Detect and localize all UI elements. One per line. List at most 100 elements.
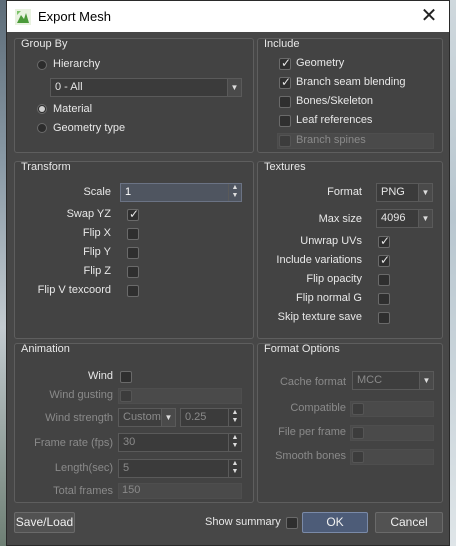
flip-x-checkbox[interactable] [127, 228, 139, 240]
group-by-panel: Group By Hierarchy 0 - All ▼ Material Ge… [14, 38, 254, 153]
compatible-checkbox[interactable] [352, 403, 364, 415]
branch-seam-blending-checkbox[interactable] [279, 75, 291, 89]
textures-panel: Textures Format PNG ▼ Max size 4096 ▼ Un… [257, 161, 443, 339]
max-size-value: 4096 [381, 212, 406, 224]
flip-opacity-checkbox[interactable] [378, 274, 390, 286]
bones-skeleton-label: Bones/Skeleton [296, 95, 374, 107]
transform-title: Transform [21, 161, 71, 173]
include-variations-checkbox[interactable] [378, 253, 390, 267]
export-mesh-dialog: Export Mesh ✕ Group By Hierarchy 0 - All… [6, 0, 450, 546]
chevron-down-icon: ▼ [161, 409, 175, 426]
wind-label: Wind [87, 370, 113, 382]
hierarchy-combo-value: 0 - All [55, 81, 83, 93]
scale-spinbox[interactable]: 1 ▲ ▼ [120, 183, 242, 202]
show-summary-checkbox[interactable] [286, 517, 298, 529]
spin-arrows-icon[interactable]: ▲ ▼ [228, 460, 241, 477]
window-title: Export Mesh [38, 9, 111, 24]
leaf-references-checkbox[interactable] [279, 115, 291, 127]
flip-y-label: Flip Y [83, 246, 111, 258]
spin-arrows-icon[interactable]: ▲ ▼ [228, 434, 241, 451]
geometry-label: Geometry [296, 57, 345, 69]
compatible-label: Compatible [290, 402, 346, 414]
length-spinbox[interactable]: 5 ▲ ▼ [118, 459, 242, 478]
close-icon[interactable]: ✕ [419, 6, 439, 26]
wind-strength-label: Wind strength [45, 412, 113, 424]
include-title: Include [264, 38, 300, 50]
total-frames-value: 150 [122, 484, 141, 496]
cache-format-combo[interactable]: MCC ▼ [352, 371, 434, 390]
transform-panel: Transform Scale 1 ▲▼ Swap YZ Flip X Flip… [14, 161, 254, 339]
frame-rate-spinbox[interactable]: 30 ▲ ▼ [118, 433, 242, 452]
hierarchy-label: Hierarchy [53, 58, 101, 70]
wind-checkbox[interactable] [120, 371, 132, 383]
flip-opacity-label: Flip opacity [306, 273, 362, 285]
format-options-panel: Format Options Cache format MCC ▼ Compat… [257, 343, 443, 503]
unwrap-uvs-checkbox[interactable] [378, 234, 390, 248]
frame-rate-value: 30 [123, 436, 136, 448]
wind-gusting-checkbox[interactable] [120, 390, 132, 402]
geometry-type-radio[interactable] [37, 123, 47, 133]
ok-button[interactable]: OK [302, 512, 368, 533]
flip-z-label: Flip Z [83, 265, 112, 277]
leaf-references-label: Leaf references [296, 114, 373, 126]
chevron-down-icon: ▼ [419, 372, 433, 389]
include-panel: Include Geometry Branch seam blending Bo… [257, 38, 443, 153]
cancel-button[interactable]: Cancel [375, 512, 443, 533]
show-summary-label: Show summary [205, 516, 281, 528]
hierarchy-radio[interactable] [37, 60, 47, 70]
wind-strength-value: 0.25 [185, 411, 207, 423]
cache-format-value: MCC [357, 374, 383, 386]
wind-gusting-label: Wind gusting [49, 389, 113, 401]
geometry-checkbox[interactable] [279, 56, 291, 70]
geometry-type-label: Geometry type [53, 122, 126, 134]
length-label: Length(sec) [54, 462, 113, 474]
wind-strength-mode-value: Custom [123, 411, 161, 423]
file-per-frame-checkbox[interactable] [352, 427, 364, 439]
material-label: Material [53, 103, 93, 115]
branch-spines-label: Branch spines [296, 134, 366, 146]
smooth-bones-label: Smooth bones [275, 450, 346, 462]
wind-gusting-row [118, 388, 242, 404]
skip-texture-save-label: Skip texture save [277, 311, 362, 323]
branch-seam-blending-label: Branch seam blending [296, 76, 406, 88]
max-size-label: Max size [318, 213, 362, 225]
length-value: 5 [123, 462, 130, 474]
chevron-down-icon: ▼ [418, 210, 432, 227]
textures-title: Textures [264, 161, 306, 173]
swap-yz-checkbox[interactable] [127, 207, 139, 221]
flip-z-checkbox[interactable] [127, 266, 139, 278]
bones-skeleton-checkbox[interactable] [279, 96, 291, 108]
hierarchy-combo[interactable]: 0 - All ▼ [50, 78, 242, 97]
chevron-down-icon: ▼ [227, 79, 241, 96]
flip-v-texcoord-checkbox[interactable] [127, 285, 139, 297]
total-frames-label: Total frames [53, 485, 113, 497]
cache-format-label: Cache format [279, 376, 346, 388]
animation-title: Animation [21, 343, 70, 355]
wind-strength-mode-combo[interactable]: Custom ▼ [118, 408, 176, 427]
format-combo[interactable]: PNG ▼ [376, 183, 433, 202]
include-variations-label: Include variations [276, 254, 362, 266]
background-viewport-right [450, 0, 456, 546]
flip-normal-g-checkbox[interactable] [378, 293, 390, 305]
scale-value: 1 [125, 186, 132, 198]
branch-spines-checkbox[interactable] [279, 135, 291, 147]
max-size-combo[interactable]: 4096 ▼ [376, 209, 433, 228]
skip-texture-save-checkbox[interactable] [378, 312, 390, 324]
group-by-title: Group By [21, 38, 68, 50]
animation-panel: Animation Wind Wind gusting Wind strengt… [14, 343, 254, 503]
format-options-title: Format Options [264, 343, 340, 355]
spin-arrows-icon[interactable]: ▲ ▼ [228, 409, 241, 426]
flip-x-label: Flip X [82, 227, 111, 239]
material-radio[interactable] [37, 104, 47, 114]
wind-strength-spinbox[interactable]: 0.25 ▲ ▼ [180, 408, 242, 427]
smooth-bones-checkbox[interactable] [352, 451, 364, 463]
file-per-frame-label: File per frame [278, 426, 346, 438]
chevron-down-icon: ▼ [418, 184, 432, 201]
flip-y-checkbox[interactable] [127, 247, 139, 259]
unwrap-uvs-label: Unwrap UVs [300, 235, 362, 247]
app-icon [15, 9, 31, 25]
flip-normal-g-label: Flip normal G [295, 292, 362, 304]
spin-arrows-icon[interactable]: ▲ ▼ [228, 184, 241, 201]
save-load-button[interactable]: Save/Load [14, 512, 75, 533]
frame-rate-label: Frame rate (fps) [34, 437, 113, 449]
